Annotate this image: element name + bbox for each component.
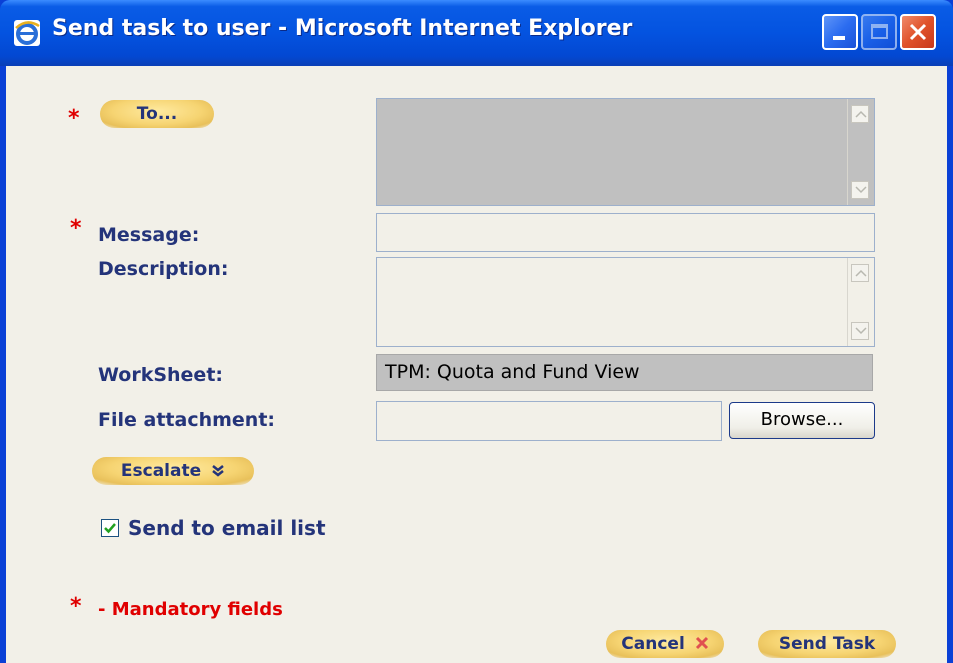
escalate-button[interactable]: Escalate (92, 457, 254, 485)
message-required-mark: * (70, 216, 82, 241)
double-chevron-down-icon (212, 465, 224, 477)
file-attachment-label: File attachment: (98, 409, 275, 431)
send-task-button[interactable]: Send Task (758, 630, 896, 658)
message-label: Message: (98, 224, 200, 246)
escalate-label: Escalate (120, 461, 202, 481)
worksheet-value: TPM: Quota and Fund View (385, 361, 640, 383)
scroll-down-icon[interactable] (851, 181, 869, 199)
message-input[interactable] (376, 213, 875, 252)
description-label: Description: (98, 258, 229, 280)
cancel-label: Cancel (621, 634, 685, 654)
file-attachment-input[interactable] (376, 401, 722, 441)
send-email-label[interactable]: Send to email list (128, 516, 326, 540)
cancel-button[interactable]: Cancel (606, 630, 724, 658)
worksheet-label: WorkSheet: (98, 364, 224, 386)
close-button[interactable] (900, 14, 936, 50)
mandatory-note: - Mandatory fields (98, 599, 283, 620)
checkmark-icon (104, 523, 116, 534)
maximize-icon (871, 24, 888, 39)
scroll-down-icon[interactable] (851, 322, 869, 340)
description-textarea[interactable] (376, 257, 875, 347)
browse-button[interactable]: Browse... (729, 402, 875, 439)
minimize-button[interactable] (822, 14, 858, 50)
to-scrollbar[interactable] (847, 99, 874, 205)
scroll-up-icon[interactable] (851, 264, 869, 282)
minimize-icon (833, 36, 845, 40)
dialog-body: * To... * Message: Description: WorkShee… (6, 66, 947, 663)
scroll-up-icon[interactable] (851, 105, 869, 123)
mandatory-mark: * (70, 594, 82, 619)
window-title: Send task to user - Microsoft Internet E… (52, 16, 633, 41)
to-recipients-field[interactable] (376, 98, 875, 206)
ie-window: Send task to user - Microsoft Internet E… (0, 0, 953, 663)
internet-explorer-icon (14, 20, 40, 46)
title-bar[interactable]: Send task to user - Microsoft Internet E… (0, 0, 953, 66)
close-icon (909, 23, 927, 41)
send-email-checkbox[interactable] (101, 519, 119, 537)
description-scrollbar[interactable] (847, 258, 874, 346)
to-required-mark: * (68, 106, 80, 131)
maximize-button[interactable] (861, 14, 897, 50)
worksheet-field: TPM: Quota and Fund View (376, 354, 873, 391)
x-icon (695, 636, 708, 650)
to-button[interactable]: To... (100, 100, 214, 128)
